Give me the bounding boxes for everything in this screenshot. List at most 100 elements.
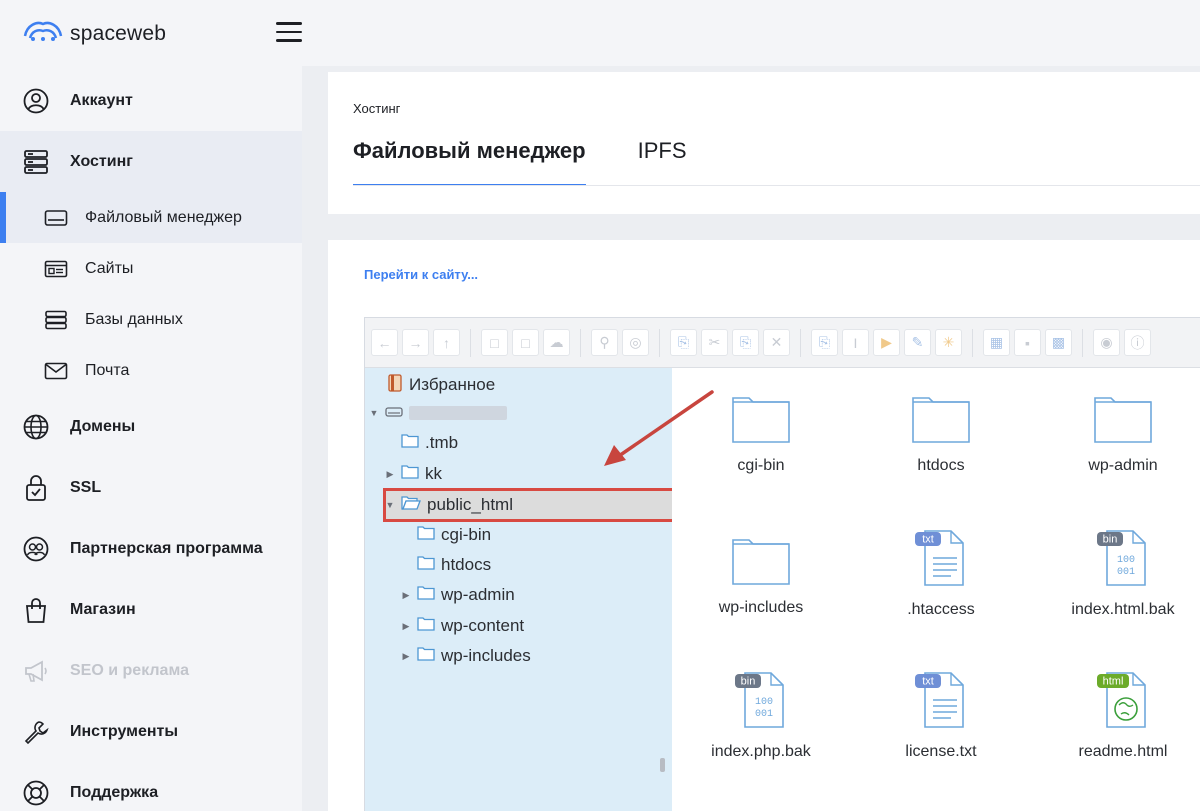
- file-item-folder[interactable]: wp-includes: [691, 534, 831, 617]
- sort-icon[interactable]: ▩: [1045, 329, 1072, 356]
- bin-glyph-line: 001: [755, 709, 773, 720]
- tree-item-root[interactable]: ▼: [369, 400, 507, 426]
- extract-icon[interactable]: ▶: [873, 329, 900, 356]
- paste-icon[interactable]: ⎘: [732, 329, 759, 356]
- file-item-bin[interactable]: 100 001 bin index.php.bak: [691, 670, 831, 761]
- tree-item-label: kk: [425, 464, 442, 483]
- bookmark-icon: [387, 373, 403, 397]
- upload-cloud-icon[interactable]: ☁: [543, 329, 570, 356]
- file-name: .htaccess: [907, 601, 975, 618]
- breadcrumb[interactable]: Хостинг: [353, 101, 400, 116]
- file-badge: bin: [741, 676, 756, 688]
- sidebar-item-ssl[interactable]: SSL: [0, 457, 302, 518]
- spaceweb-logo-icon: [22, 18, 64, 49]
- tree-scrollbar[interactable]: [660, 758, 665, 772]
- file-name: index.php.bak: [711, 743, 811, 760]
- forward-icon[interactable]: →: [402, 329, 429, 356]
- text-file-icon: txt: [911, 670, 971, 735]
- tree-item-favorites[interactable]: Избранное: [387, 372, 495, 398]
- new-file-icon[interactable]: □: [481, 329, 508, 356]
- file-item-txt[interactable]: txt license.txt: [871, 670, 1011, 761]
- delete-icon[interactable]: ✕: [763, 329, 790, 356]
- resize-icon[interactable]: ✳: [935, 329, 962, 356]
- megaphone-icon: [22, 657, 50, 685]
- file-item-html[interactable]: html readme.html: [1053, 670, 1193, 761]
- tab-file-manager[interactable]: Файловый менеджер: [353, 136, 586, 186]
- tree-item[interactable]: ▶ wp-includes: [401, 643, 531, 669]
- folder-icon: [911, 392, 971, 449]
- duplicate-icon[interactable]: ⎘: [811, 329, 838, 356]
- folder-icon: [401, 433, 419, 453]
- sidebar-item-domains[interactable]: Домены: [0, 396, 302, 457]
- goto-site-link[interactable]: Перейти к сайту...: [364, 267, 478, 282]
- tree-item[interactable]: ▶ kk: [385, 461, 442, 487]
- file-item-txt[interactable]: txt .htaccess: [871, 528, 1011, 619]
- sidebar-item-shop[interactable]: Магазин: [0, 579, 302, 640]
- sidebar-item-seo[interactable]: SEO и реклама: [0, 640, 302, 701]
- tree-item[interactable]: ▶ wp-content: [401, 613, 525, 639]
- file-badge: bin: [1103, 534, 1118, 546]
- toolbar-divider: [972, 328, 973, 357]
- menu-burger-icon[interactable]: [276, 22, 302, 44]
- sidebar-subitem-label: Почта: [85, 361, 130, 379]
- expand-arrow-icon[interactable]: ▶: [385, 469, 395, 480]
- tree-item[interactable]: ▶ wp-admin: [401, 582, 515, 608]
- tree-item[interactable]: cgi-bin: [401, 522, 491, 548]
- folder-icon: [417, 555, 435, 575]
- sidebar-item-tools[interactable]: Инструменты: [0, 701, 302, 762]
- sidebar-item-account[interactable]: Аккаунт: [0, 70, 302, 131]
- expand-arrow-icon[interactable]: ▶: [401, 590, 411, 601]
- sidebar-subitem-sites[interactable]: Сайты: [0, 243, 302, 294]
- view-icon[interactable]: ◎: [622, 329, 649, 356]
- grid-view-icon[interactable]: ▦: [983, 329, 1010, 356]
- file-name: wp-includes: [718, 599, 804, 616]
- file-item-bin[interactable]: 100 001 bin index.html.bak: [1053, 528, 1193, 619]
- rename-icon[interactable]: I: [842, 329, 869, 356]
- sidebar-subitem-file-manager[interactable]: Файловый менеджер: [0, 192, 302, 243]
- search-icon[interactable]: ⚲: [591, 329, 618, 356]
- new-folder-icon[interactable]: □: [512, 329, 539, 356]
- database-icon: [43, 309, 69, 331]
- expand-arrow-icon[interactable]: ▶: [401, 651, 411, 662]
- expand-arrow-icon[interactable]: ▼: [385, 500, 395, 510]
- sidebar-item-support[interactable]: Поддержка: [0, 762, 302, 811]
- info-icon[interactable]: ⓘ: [1124, 329, 1151, 356]
- expand-arrow-icon[interactable]: ▶: [401, 621, 411, 632]
- bin-glyph-line: 100: [755, 697, 773, 708]
- folder-icon: [731, 392, 791, 449]
- tree-item-label: .tmb: [425, 433, 459, 452]
- bin-glyph-line: 100: [1117, 555, 1135, 566]
- tree-item-selected[interactable]: ▼ public_html: [385, 492, 513, 518]
- file-item-folder[interactable]: wp-admin: [1053, 392, 1193, 475]
- up-icon[interactable]: ↑: [433, 329, 460, 356]
- back-icon[interactable]: ←: [371, 329, 398, 356]
- partners-icon: [22, 535, 50, 563]
- binary-file-icon: 100 001 bin: [1093, 528, 1153, 593]
- sidebar-item-partners[interactable]: Партнерская программа: [0, 518, 302, 579]
- html-file-icon: html: [1093, 670, 1153, 735]
- tree-item-label: cgi-bin: [441, 525, 492, 544]
- file-name: htdocs: [917, 457, 965, 474]
- user-icon: [22, 87, 50, 115]
- tree-item-label: wp-admin: [441, 585, 515, 604]
- sidebar-item-hosting[interactable]: Хостинг: [0, 131, 302, 192]
- tree-item[interactable]: htdocs: [401, 552, 491, 578]
- sidebar-subitem-mail[interactable]: Почта: [0, 345, 302, 396]
- toolbar-divider: [470, 328, 471, 357]
- list-view-icon[interactable]: ▪: [1014, 329, 1041, 356]
- logo[interactable]: spaceweb: [22, 18, 166, 49]
- file-item-folder[interactable]: htdocs: [871, 392, 1011, 475]
- cut-icon[interactable]: ✂: [701, 329, 728, 356]
- sidebar-subitem-databases[interactable]: Базы данных: [0, 294, 302, 345]
- copy-icon[interactable]: ⎘: [670, 329, 697, 356]
- edit-icon[interactable]: ✎: [904, 329, 931, 356]
- file-manager: ← → ↑ □ □ ☁ ⚲ ◎ ⎘ ✂ ⎘ ✕ ⎘ I ▶ ✎ ✳ ▦ ▪ ▩: [364, 317, 1200, 811]
- sidebar-nav: Аккаунт Хостинг Файловый менеджер Сайты …: [0, 70, 302, 811]
- mail-icon: [43, 360, 69, 382]
- expand-arrow-icon[interactable]: ▼: [369, 408, 379, 418]
- tree-item-label: htdocs: [441, 555, 492, 574]
- tree-item[interactable]: .tmb: [385, 430, 458, 456]
- hard-drive-icon: [385, 403, 403, 423]
- preview-eye-icon[interactable]: ◉: [1093, 329, 1120, 356]
- tab-ipfs[interactable]: IPFS: [638, 136, 687, 186]
